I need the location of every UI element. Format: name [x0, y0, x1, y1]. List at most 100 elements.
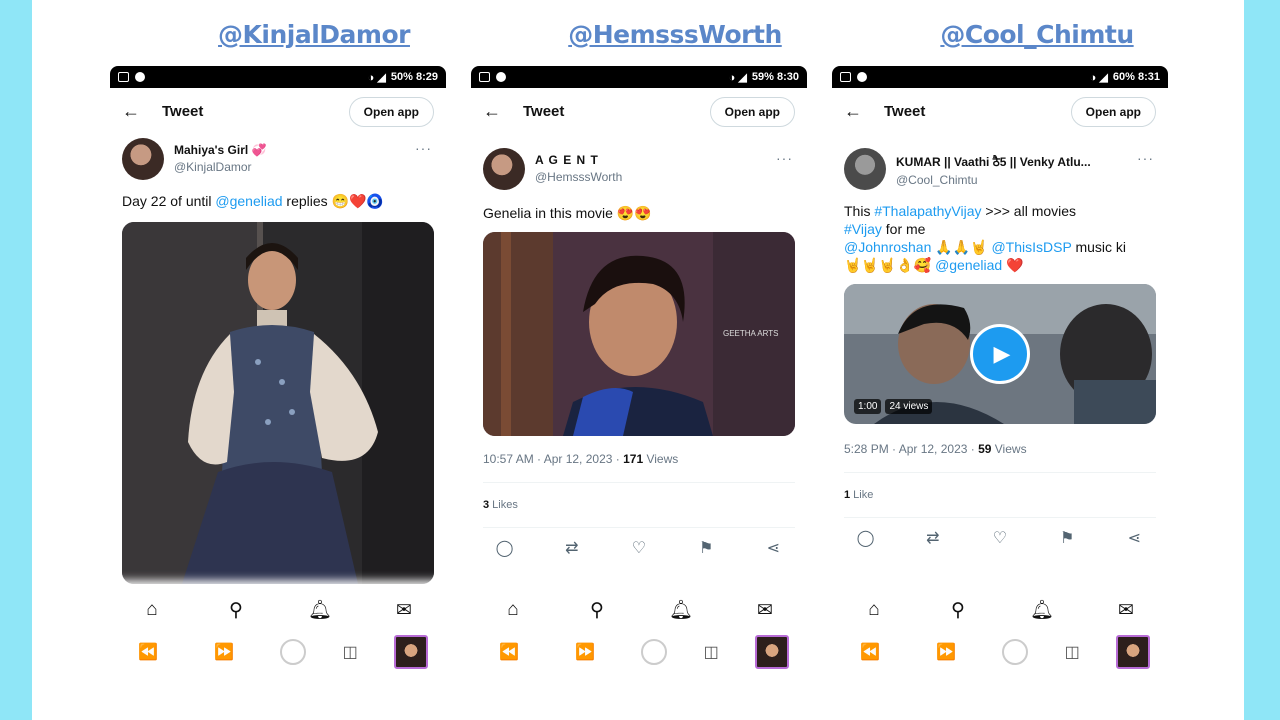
hashtag-link[interactable]: #ThalapathyVijay [874, 203, 981, 219]
tweet-author[interactable]: Mahiya's Girl 💞 @KinjalDamor ··· [110, 134, 446, 186]
home-circle-icon[interactable] [280, 639, 307, 665]
home-circle-icon[interactable] [641, 639, 668, 665]
mention-link[interactable]: @geneliad [215, 193, 282, 209]
rewind-icon[interactable]: ⏪ [128, 642, 168, 662]
tweet-actions: ◯ ⇄ ♡ ⚑ ⋖ [832, 518, 1168, 558]
fast-forward-icon[interactable]: ⏩ [565, 642, 605, 662]
bell-icon[interactable]: 🔔︎ [1024, 598, 1060, 622]
avatar[interactable] [483, 148, 525, 190]
reply-icon[interactable]: ◯ [851, 528, 881, 548]
app-thumbnail[interactable] [393, 635, 428, 669]
tabs-icon[interactable]: ◫ [704, 642, 719, 662]
tweet-video[interactable]: ▶ 1:00 24 views [844, 284, 1156, 424]
tweet-header: ← Tweet Open app [832, 88, 1168, 134]
tweet-photo[interactable]: GEETHA ARTS [483, 232, 795, 436]
display-name[interactable]: A G E N T [535, 153, 622, 167]
open-app-button[interactable]: Open app [709, 97, 795, 127]
timestamp: 10:57 AM · Apr 12, 2023 · [483, 452, 624, 466]
search-icon[interactable]: ⚲ [579, 599, 615, 622]
back-arrow-icon[interactable]: ← [483, 101, 523, 122]
tweet-text-part: Day 22 of until [122, 193, 216, 209]
share-icon[interactable]: ⋖ [1119, 528, 1149, 548]
tweet-text: Genelia in this movie 😍😍 [471, 204, 807, 222]
more-options-icon[interactable]: ··· [1137, 150, 1154, 166]
handle-label-2[interactable]: @HemsssWorth [505, 20, 845, 49]
mention-link[interactable]: @ThisIsDSP [991, 239, 1071, 255]
play-button[interactable]: ▶ [970, 324, 1030, 384]
tweet-timestamp: 5:28 PM · Apr 12, 2023 · 59 Views [832, 442, 1168, 456]
tweet-author[interactable]: KUMAR || Vaathi ठै5 || Venky Atlu... @Co… [832, 144, 1168, 196]
status-right-text: 50% 8:29 [390, 71, 438, 83]
likes-row[interactable]: 1 Like [832, 489, 1168, 501]
likes-label: Likes [489, 499, 518, 511]
bottom-navigation: ⌂ ⚲ 🔔︎ ✉ [832, 586, 1168, 634]
divider [483, 482, 795, 483]
bell-icon[interactable]: 🔔︎ [302, 598, 338, 622]
like-icon[interactable]: ♡ [985, 528, 1015, 548]
views-count: 171 [623, 452, 644, 466]
bookmark-icon[interactable]: ⚑ [691, 538, 721, 558]
mention-link[interactable]: @geneliad [935, 257, 1002, 273]
username[interactable]: @Cool_Chimtu [896, 173, 1091, 187]
bottom-navigation: ⌂ ⚲ 🔔︎ ✉ [110, 586, 446, 634]
tweet-header: ← Tweet Open app [110, 88, 446, 134]
fast-forward-icon[interactable]: ⏩ [204, 642, 244, 662]
retweet-icon[interactable]: ⇄ [918, 528, 948, 548]
page-title: Tweet [162, 102, 204, 120]
app-thumbnail[interactable] [1115, 635, 1150, 669]
views-label: Views [643, 452, 679, 466]
more-options-icon[interactable]: ··· [415, 140, 432, 156]
likes-row[interactable]: 3 Likes [471, 499, 807, 511]
back-arrow-icon[interactable]: ← [844, 101, 884, 122]
views-count: 59 [978, 442, 992, 456]
username[interactable]: @HemsssWorth [535, 170, 622, 184]
open-app-button[interactable]: Open app [1070, 97, 1156, 127]
home-icon[interactable]: ⌂ [856, 599, 892, 621]
likes-label: Like [850, 489, 874, 501]
more-options-icon[interactable]: ··· [776, 150, 793, 166]
avatar[interactable] [844, 148, 886, 190]
mail-icon[interactable]: ✉ [747, 599, 783, 622]
display-name[interactable]: KUMAR || Vaathi ठै5 || Venky Atlu... [896, 153, 1091, 170]
home-icon[interactable]: ⌂ [495, 599, 531, 621]
signal-icon: ◑ ◢ [728, 71, 747, 84]
bottom-navigation: ⌂ ⚲ 🔔︎ ✉ [471, 586, 807, 634]
tweet-text: This #ThalapathyVijay >>> all movies #Vi… [832, 202, 1168, 274]
signal-icon: ◑ ◢ [1089, 71, 1108, 84]
mail-icon[interactable]: ✉ [1108, 599, 1144, 622]
like-icon[interactable]: ♡ [624, 538, 654, 558]
hashtag-link[interactable]: #Vijay [844, 221, 882, 237]
fast-forward-icon[interactable]: ⏩ [926, 642, 966, 662]
avatar[interactable] [122, 138, 164, 180]
tweet-text-part: ❤️ [1002, 257, 1024, 273]
share-icon[interactable]: ⋖ [758, 538, 788, 558]
back-arrow-icon[interactable]: ← [122, 101, 162, 122]
reply-icon[interactable]: ◯ [490, 538, 520, 558]
app-thumbnail[interactable] [754, 635, 789, 669]
tabs-icon[interactable]: ◫ [343, 642, 358, 662]
handle-label-3[interactable]: @Cool_Chimtu [867, 20, 1207, 49]
divider [844, 472, 1156, 473]
status-bar: ◑ ◢ 60% 8:31 [832, 66, 1168, 88]
home-icon[interactable]: ⌂ [134, 599, 170, 621]
username[interactable]: @KinjalDamor [174, 160, 267, 174]
mail-icon[interactable]: ✉ [386, 599, 422, 622]
home-circle-icon[interactable] [1002, 639, 1029, 665]
rewind-icon[interactable]: ⏪ [850, 642, 890, 662]
rewind-icon[interactable]: ⏪ [489, 642, 529, 662]
tabs-icon[interactable]: ◫ [1065, 642, 1080, 662]
video-duration: 1:00 [854, 399, 882, 414]
open-app-button[interactable]: Open app [348, 97, 434, 127]
tweet-author[interactable]: A G E N T @HemsssWorth ··· [471, 144, 807, 196]
watermark: GEETHA ARTS [723, 329, 778, 338]
tweet-photo[interactable] [122, 222, 434, 584]
bookmark-icon[interactable]: ⚑ [1052, 528, 1082, 548]
retweet-icon[interactable]: ⇄ [557, 538, 587, 558]
tweet-text-part: for me [881, 221, 926, 237]
search-icon[interactable]: ⚲ [218, 599, 254, 622]
display-name[interactable]: Mahiya's Girl 💞 [174, 143, 267, 157]
search-icon[interactable]: ⚲ [940, 599, 976, 622]
bell-icon[interactable]: 🔔︎ [663, 598, 699, 622]
mention-link[interactable]: @Johnroshan [844, 239, 931, 255]
handle-label-1[interactable]: @KinjalDamor [144, 20, 484, 49]
